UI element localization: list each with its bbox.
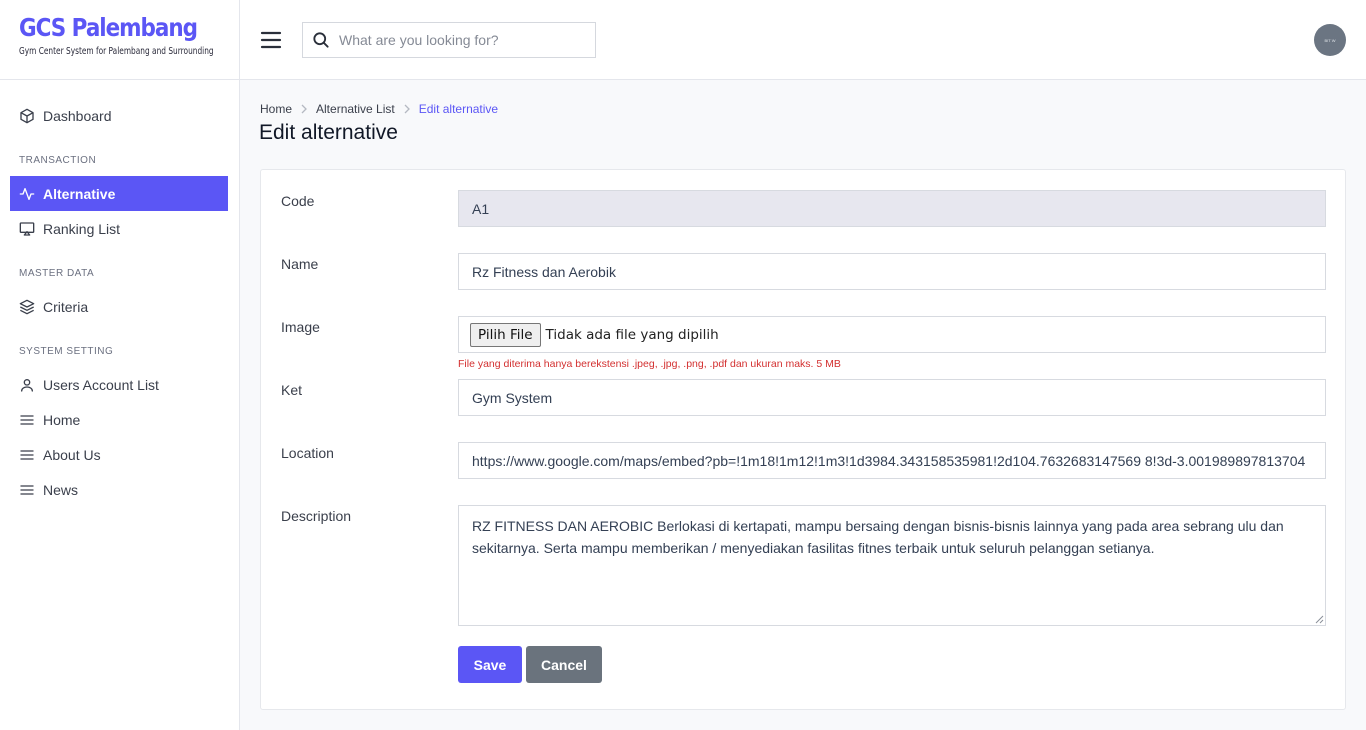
sidebar-item-news[interactable]: News <box>10 472 228 507</box>
sidebar-item-users-account-list[interactable]: Users Account List <box>10 367 228 402</box>
sidebar-item-label: About Us <box>43 446 101 463</box>
sidebar-item-about-us[interactable]: About Us <box>10 437 228 472</box>
sidebar-item-label: Alternative <box>43 185 116 202</box>
breadcrumb: Home Alternative List Edit alternative <box>260 102 498 116</box>
hamburger-menu-icon[interactable] <box>260 29 282 51</box>
description-text: RZ FITNESS DAN AEROBIC Berlokasi di kert… <box>472 518 1284 556</box>
name-field[interactable]: Rz Fitness dan Aerobik <box>458 253 1326 290</box>
sidebar-item-dashboard[interactable]: Dashboard <box>10 98 228 133</box>
choose-file-button[interactable]: Pilih File <box>470 322 541 347</box>
menu-icon <box>18 411 36 429</box>
sidebar-item-criteria[interactable]: Criteria <box>10 289 228 324</box>
name-label: Name <box>281 256 319 272</box>
main-content: Home Alternative List Edit alternative E… <box>240 80 1366 730</box>
sidebar-item-ranking-list[interactable]: Ranking List <box>10 211 228 246</box>
search-icon <box>311 30 331 50</box>
brand-title[interactable]: GCS Palembang <box>19 12 208 44</box>
description-textarea[interactable]: RZ FITNESS DAN AEROBIC Berlokasi di kert… <box>458 505 1326 626</box>
cancel-button[interactable]: Cancel <box>526 646 602 683</box>
image-file-input: Pilih File Tidak ada file yang dipilih <box>458 316 1326 353</box>
image-hint: File yang diterima hanya berekstensi .jp… <box>458 358 841 370</box>
breadcrumb-current: Edit alternative <box>418 102 499 116</box>
code-label: Code <box>281 193 315 209</box>
breadcrumb-alternative-list[interactable]: Alternative List <box>316 102 395 116</box>
location-field[interactable]: https://www.google.com/maps/embed?pb=!1m… <box>458 442 1326 479</box>
image-label: Image <box>281 319 320 335</box>
chevron-right-icon <box>300 104 308 114</box>
sidebar-nav: Dashboard TRANSACTION Alternative Rankin… <box>0 80 239 507</box>
location-label: Location <box>281 445 334 461</box>
description-label: Description <box>281 508 352 524</box>
ket-label: Ket <box>281 382 303 398</box>
ket-field[interactable]: Gym System <box>458 379 1326 416</box>
breadcrumb-home[interactable]: Home <box>260 102 292 116</box>
top-bar: BIT W <box>240 0 1366 80</box>
cube-icon <box>18 107 36 125</box>
save-button[interactable]: Save <box>458 646 522 683</box>
menu-icon <box>18 481 36 499</box>
monitor-icon <box>18 220 36 238</box>
code-field: A1 <box>458 190 1326 227</box>
resize-grip-icon[interactable] <box>1315 615 1324 624</box>
sidebar-item-label: Dashboard <box>43 107 112 124</box>
user-icon <box>18 376 36 394</box>
sidebar: GCS Palembang Gym Center System for Pale… <box>0 0 240 730</box>
sidebar-item-label: Home <box>43 411 81 428</box>
brand-subtitle: Gym Center System for Palembang and Surr… <box>19 46 214 57</box>
edit-form-card: Code A1 Name Rz Fitness dan Aerobik Imag… <box>260 169 1346 710</box>
avatar[interactable]: BIT W <box>1314 24 1346 56</box>
layers-icon <box>18 298 36 316</box>
file-status-text: Tidak ada file yang dipilih <box>545 326 719 343</box>
nav-section-transaction: TRANSACTION <box>19 155 97 166</box>
menu-icon <box>18 446 36 464</box>
sidebar-item-label: Criteria <box>43 298 89 315</box>
brand: GCS Palembang Gym Center System for Pale… <box>0 0 239 80</box>
sidebar-item-label: Ranking List <box>43 220 121 237</box>
nav-section-master-data: MASTER DATA <box>19 268 95 279</box>
search-box <box>302 22 596 58</box>
search-input[interactable] <box>339 32 579 48</box>
sidebar-item-label: Users Account List <box>43 376 159 393</box>
page-title: Edit alternative <box>259 121 398 144</box>
sidebar-item-home[interactable]: Home <box>10 402 228 437</box>
sidebar-item-alternative[interactable]: Alternative <box>10 176 228 211</box>
chevron-right-icon <box>403 104 411 114</box>
sidebar-item-label: News <box>43 481 79 498</box>
activity-icon <box>18 185 36 203</box>
nav-section-system-setting: SYSTEM SETTING <box>19 346 114 357</box>
